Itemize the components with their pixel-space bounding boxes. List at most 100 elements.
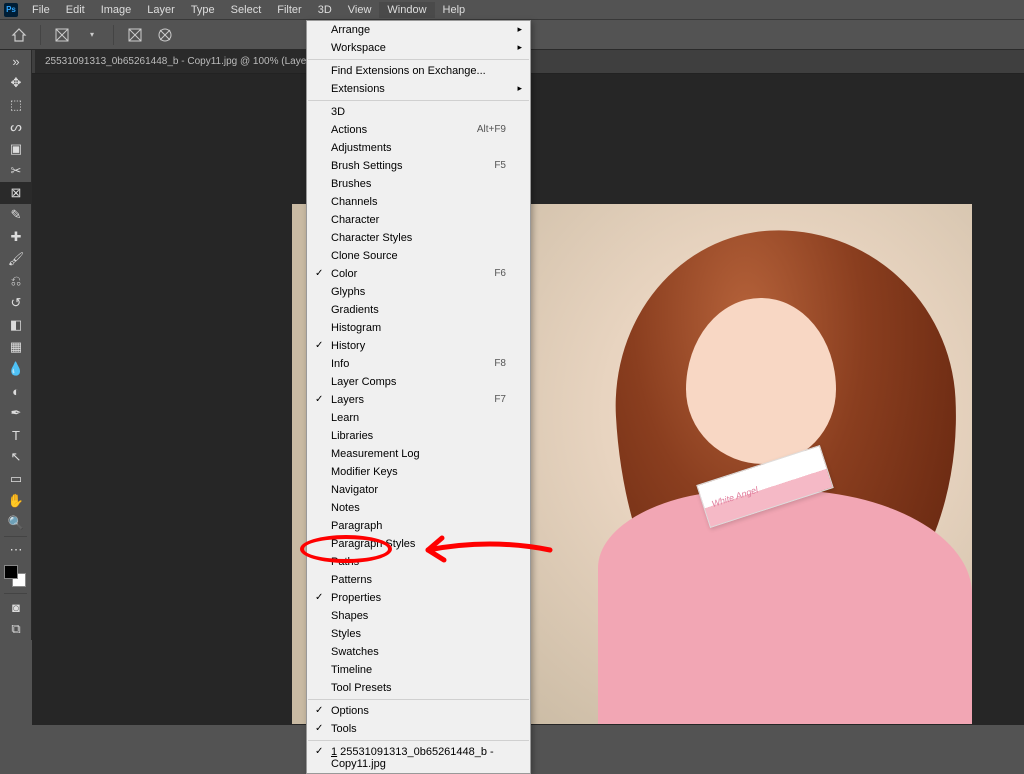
menu-item-label: Workspace (331, 42, 386, 54)
menu-item-label: Layer Comps (331, 376, 396, 388)
menu-item-learn[interactable]: Learn (307, 409, 530, 427)
menu-item-patterns[interactable]: Patterns (307, 571, 530, 589)
menu-item-adjustments[interactable]: Adjustments (307, 139, 530, 157)
menu-item-label: Learn (331, 412, 359, 424)
blur-tool[interactable]: 💧 (0, 358, 32, 380)
menu-item-arrange[interactable]: Arrange (307, 21, 530, 39)
menu-item-label: Paragraph Styles (331, 538, 415, 550)
eraser-tool[interactable]: ◧ (0, 314, 32, 336)
menu-item-3d[interactable]: 3D (307, 103, 530, 121)
menu-item-info[interactable]: InfoF8 (307, 355, 530, 373)
menu-item-label: Tool Presets (331, 682, 392, 694)
separator (40, 25, 41, 45)
path-select-tool[interactable]: ↖ (0, 446, 32, 468)
menu-item-measurement-log[interactable]: Measurement Log (307, 445, 530, 463)
menu-window[interactable]: Window (379, 2, 434, 18)
menu-separator (308, 100, 529, 101)
menu-item-color[interactable]: ColorF6 (307, 265, 530, 283)
frame-option-1-icon[interactable] (126, 26, 144, 44)
crop-tool[interactable]: ✂ (0, 160, 32, 182)
edit-toolbar-button[interactable]: ⋯ (0, 539, 32, 561)
frame-option-2-icon[interactable] (156, 26, 174, 44)
menu-item-label: Extensions (331, 83, 385, 95)
menu-image[interactable]: Image (93, 2, 140, 18)
foreground-color[interactable] (4, 565, 18, 579)
menu-item-navigator[interactable]: Navigator (307, 481, 530, 499)
menu-item-modifier-keys[interactable]: Modifier Keys (307, 463, 530, 481)
menu-item-histogram[interactable]: Histogram (307, 319, 530, 337)
menu-edit[interactable]: Edit (58, 2, 93, 18)
lasso-tool[interactable]: ᔕ (0, 116, 32, 138)
marquee-tool[interactable]: ⬚ (0, 94, 32, 116)
menu-item-workspace[interactable]: Workspace (307, 39, 530, 57)
menu-select[interactable]: Select (223, 2, 270, 18)
menu-item-notes[interactable]: Notes (307, 499, 530, 517)
move-tool[interactable]: ✥ (0, 72, 32, 94)
menu-item-tool-presets[interactable]: Tool Presets (307, 679, 530, 697)
menu-3d[interactable]: 3D (310, 2, 340, 18)
menu-item-layers[interactable]: LayersF7 (307, 391, 530, 409)
dodge-tool[interactable]: ◐ (0, 380, 32, 402)
clone-tool[interactable]: ⎌ (0, 270, 32, 292)
menu-layer[interactable]: Layer (139, 2, 183, 18)
menu-item-label: Navigator (331, 484, 378, 496)
menu-item-tools[interactable]: Tools (307, 720, 530, 738)
menu-item-label: Gradients (331, 304, 379, 316)
hand-tool[interactable]: ✋ (0, 490, 32, 512)
menu-item-layer-comps[interactable]: Layer Comps (307, 373, 530, 391)
rectangle-tool[interactable]: ▭ (0, 468, 32, 490)
menu-item-gradients[interactable]: Gradients (307, 301, 530, 319)
menu-item-swatches[interactable]: Swatches (307, 643, 530, 661)
menu-item-find-extensions-on-exchange[interactable]: Find Extensions on Exchange... (307, 62, 530, 80)
menu-item-brushes[interactable]: Brushes (307, 175, 530, 193)
menu-item-libraries[interactable]: Libraries (307, 427, 530, 445)
brush-tool[interactable]: 🖌 (0, 248, 32, 270)
menu-item-label: Patterns (331, 574, 372, 586)
menu-separator (308, 740, 529, 741)
menu-item-paths[interactable]: Paths (307, 553, 530, 571)
menu-item-history[interactable]: History (307, 337, 530, 355)
menu-filter[interactable]: Filter (269, 2, 309, 18)
menu-item-properties[interactable]: Properties (307, 589, 530, 607)
menu-item-paragraph[interactable]: Paragraph (307, 517, 530, 535)
history-brush-tool[interactable]: ↺ (0, 292, 32, 314)
menu-item-label: Brushes (331, 178, 371, 190)
toolbar-grip[interactable]: » (0, 50, 32, 72)
menu-item-shapes[interactable]: Shapes (307, 607, 530, 625)
color-swatches[interactable] (0, 561, 31, 591)
type-tool[interactable]: T (0, 424, 32, 446)
menu-item-label: Libraries (331, 430, 373, 442)
menu-file[interactable]: File (24, 2, 58, 18)
menu-item-channels[interactable]: Channels (307, 193, 530, 211)
menu-item-character[interactable]: Character (307, 211, 530, 229)
menu-item-brush-settings[interactable]: Brush SettingsF5 (307, 157, 530, 175)
menu-item-label: Actions (331, 124, 367, 136)
quick-mask-button[interactable]: ◙ (0, 596, 32, 618)
menu-view[interactable]: View (340, 2, 380, 18)
menu-help[interactable]: Help (435, 2, 474, 18)
eyedropper-tool[interactable]: ✎ (0, 204, 32, 226)
menu-item-timeline[interactable]: Timeline (307, 661, 530, 679)
menu-item-extensions[interactable]: Extensions (307, 80, 530, 98)
zoom-tool[interactable]: 🔍 (0, 512, 32, 534)
menu-type[interactable]: Type (183, 2, 223, 18)
gradient-tool[interactable]: ▦ (0, 336, 32, 358)
menu-item-glyphs[interactable]: Glyphs (307, 283, 530, 301)
healing-tool[interactable]: ✚ (0, 226, 32, 248)
menu-item-clone-source[interactable]: Clone Source (307, 247, 530, 265)
chevron-down-icon[interactable]: ▾ (83, 26, 101, 44)
menu-item-options[interactable]: Options (307, 702, 530, 720)
pen-tool[interactable]: ✒ (0, 402, 32, 424)
home-icon[interactable] (10, 26, 28, 44)
menu-item-actions[interactable]: ActionsAlt+F9 (307, 121, 530, 139)
menu-item-1-25531091313-0b65261448-b-copy11-jpg[interactable]: 1 25531091313_0b65261448_b - Copy11.jpg (307, 743, 530, 773)
frame-tool[interactable]: ⊠ (0, 182, 32, 204)
menu-item-paragraph-styles[interactable]: Paragraph Styles (307, 535, 530, 553)
object-select-tool[interactable]: ▣ (0, 138, 32, 160)
menu-item-label: Clone Source (331, 250, 398, 262)
menu-item-character-styles[interactable]: Character Styles (307, 229, 530, 247)
frame-tool-icon[interactable] (53, 26, 71, 44)
screen-mode-button[interactable]: ⧉ (0, 618, 32, 640)
menu-item-styles[interactable]: Styles (307, 625, 530, 643)
document-tab[interactable]: 25531091313_0b65261448_b - Copy11.jpg @ … (35, 50, 340, 73)
